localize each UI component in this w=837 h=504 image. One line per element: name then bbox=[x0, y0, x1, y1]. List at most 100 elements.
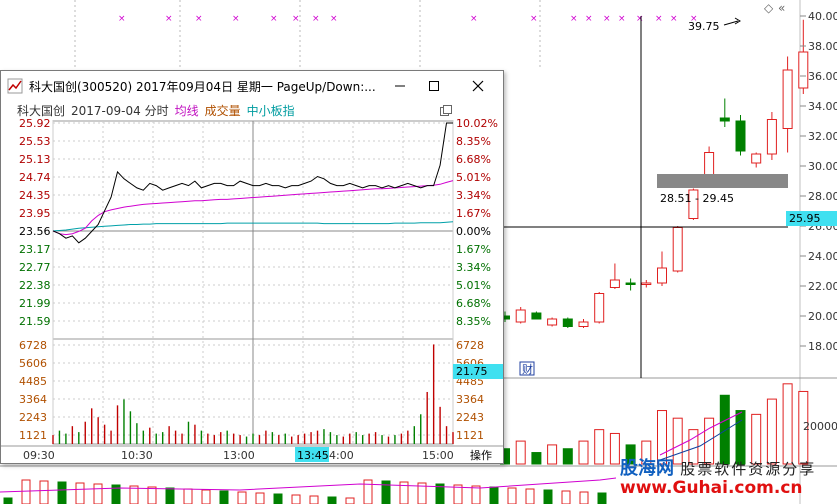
candle-body bbox=[641, 282, 652, 285]
event-x-marker: × bbox=[232, 14, 240, 24]
price-label: 25.13 bbox=[19, 153, 51, 166]
intraday-axis-labels: 25.92 10.02% 25.53 8.35% 25.13 6.68% 24.74 5.01… bbox=[19, 119, 503, 442]
event-x-marker: × bbox=[530, 14, 538, 24]
maximize-icon bbox=[429, 81, 439, 91]
event-x-marker: × bbox=[330, 14, 338, 24]
bottom-volume-bar bbox=[21, 479, 31, 504]
volume-label-right: 1121 bbox=[456, 429, 484, 442]
peak-annotation: 39.75 bbox=[688, 17, 741, 33]
copy-icon[interactable] bbox=[440, 105, 452, 116]
app-chart-icon bbox=[7, 78, 23, 94]
gap-label: 28.51 - 29.45 bbox=[660, 192, 734, 205]
event-x-marker: × bbox=[618, 14, 626, 24]
close-icon bbox=[472, 80, 484, 92]
bottom-volume-bar bbox=[525, 488, 535, 504]
event-x-marker: × bbox=[655, 14, 663, 24]
event-x-marker: × bbox=[585, 14, 593, 24]
price-label: 23.17 bbox=[19, 243, 51, 256]
percent-label: 5.01% bbox=[456, 171, 491, 184]
price-label: 21.59 bbox=[19, 315, 51, 328]
volume-bar bbox=[578, 440, 589, 465]
cursor-time-label: 13:45 bbox=[297, 449, 329, 462]
bottom-volume-bar bbox=[471, 485, 481, 504]
price-axis-label: 34.00 bbox=[808, 100, 837, 113]
bottom-volume-bar bbox=[165, 487, 175, 504]
event-x-marker: × bbox=[270, 14, 278, 24]
bottom-volume-bar bbox=[201, 489, 211, 504]
intraday-time-axis: 09:30 10:30 13:00 14:00 15:0013:45 bbox=[1, 445, 503, 462]
candle-body bbox=[562, 318, 573, 327]
bottom-ma-line bbox=[0, 477, 617, 493]
price-axis-label: 36.00 bbox=[808, 70, 837, 83]
candle-body bbox=[531, 312, 542, 320]
volume-axis-label: 20000 bbox=[803, 420, 837, 433]
candle-body bbox=[704, 152, 715, 176]
price-label: 23.56 bbox=[19, 225, 51, 238]
bottom-volume-bar bbox=[75, 482, 85, 504]
gap-band bbox=[657, 174, 788, 188]
event-x-marker: × bbox=[570, 14, 578, 24]
candle-body bbox=[547, 318, 558, 326]
legend-index: 中小板指 bbox=[246, 103, 295, 118]
price-label: 25.92 bbox=[19, 119, 51, 130]
time-label: 10:30 bbox=[121, 449, 153, 462]
bottom-volume-bar bbox=[273, 493, 283, 504]
event-marker-icon[interactable]: 财 bbox=[522, 362, 533, 376]
volume-label: 6728 bbox=[19, 339, 47, 352]
intraday-grid bbox=[52, 120, 454, 445]
price-label: 22.77 bbox=[19, 261, 51, 274]
bottom-volume-bar bbox=[489, 486, 499, 504]
price-label: 25.53 bbox=[19, 135, 51, 148]
candle-body bbox=[735, 120, 746, 152]
candle-body bbox=[782, 69, 793, 129]
candle-body bbox=[766, 119, 777, 155]
candle-body bbox=[751, 153, 762, 164]
minimize-button[interactable] bbox=[385, 75, 415, 97]
minimize-icon bbox=[395, 85, 405, 87]
bottom-volume-bar bbox=[345, 497, 355, 504]
percent-label: 6.68% bbox=[456, 297, 491, 310]
event-x-marker: × bbox=[603, 14, 611, 24]
operation-button[interactable]: 操作 bbox=[461, 447, 501, 463]
bottom-volume-bar bbox=[327, 496, 337, 504]
volume-label: 5606 bbox=[19, 357, 47, 370]
percent-label: 0.00% bbox=[456, 225, 491, 238]
intraday-popup-window[interactable]: 科大国创(300520) 2017年09月04日 星期一 PageUp/Down… bbox=[0, 70, 504, 464]
stock-name: 科大国创 bbox=[17, 103, 66, 118]
candle-body bbox=[515, 309, 526, 323]
volume-bar bbox=[547, 444, 558, 465]
bottom-volume-bar bbox=[363, 479, 373, 504]
price-label: 24.35 bbox=[19, 189, 51, 202]
volume-label-right: 2243 bbox=[456, 411, 484, 424]
bottom-volume-bar bbox=[147, 486, 157, 504]
price-axis-label: 20.00 bbox=[808, 310, 837, 323]
diamond-icon[interactable]: ◇ bbox=[764, 1, 774, 15]
percent-label: 1.67% bbox=[456, 243, 491, 256]
intraday-chart[interactable]: 25.92 10.02% 25.53 8.35% 25.13 6.68% 24.74 5.01… bbox=[1, 119, 503, 464]
event-x-marker: × bbox=[292, 14, 300, 24]
close-button[interactable] bbox=[463, 75, 493, 97]
price-label: 21.99 bbox=[19, 297, 51, 310]
percent-label: 3.34% bbox=[456, 261, 491, 274]
candle-body bbox=[657, 267, 667, 284]
bottom-volume-bar bbox=[237, 491, 247, 504]
event-x-marker: × bbox=[470, 14, 478, 24]
bottom-volume-bar bbox=[543, 489, 553, 504]
price-axis-label: 38.00 bbox=[808, 40, 837, 53]
price-axis-label: 22.00 bbox=[808, 280, 837, 293]
volume-label-right: 3364 bbox=[456, 393, 484, 406]
candle-body bbox=[609, 279, 620, 288]
window-title: 科大国创(300520) 2017年09月04日 星期一 PageUp/Down… bbox=[29, 79, 376, 94]
volume-bar bbox=[562, 448, 573, 465]
price-axis-label: 28.00 bbox=[808, 190, 837, 203]
logo-brand: 股海网 bbox=[620, 458, 674, 479]
bottom-volume-bar bbox=[507, 487, 517, 504]
percent-label: 8.35% bbox=[456, 315, 491, 328]
popup-titlebar[interactable]: 科大国创(300520) 2017年09月04日 星期一 PageUp/Down… bbox=[1, 71, 503, 101]
bottom-volume-bar bbox=[39, 480, 49, 504]
candle-body bbox=[798, 51, 809, 89]
percent-label: 5.01% bbox=[456, 279, 491, 292]
maximize-button[interactable] bbox=[419, 75, 449, 97]
chevron-double-up-icon[interactable]: « bbox=[778, 1, 785, 15]
bottom-volume-bar bbox=[183, 488, 193, 504]
